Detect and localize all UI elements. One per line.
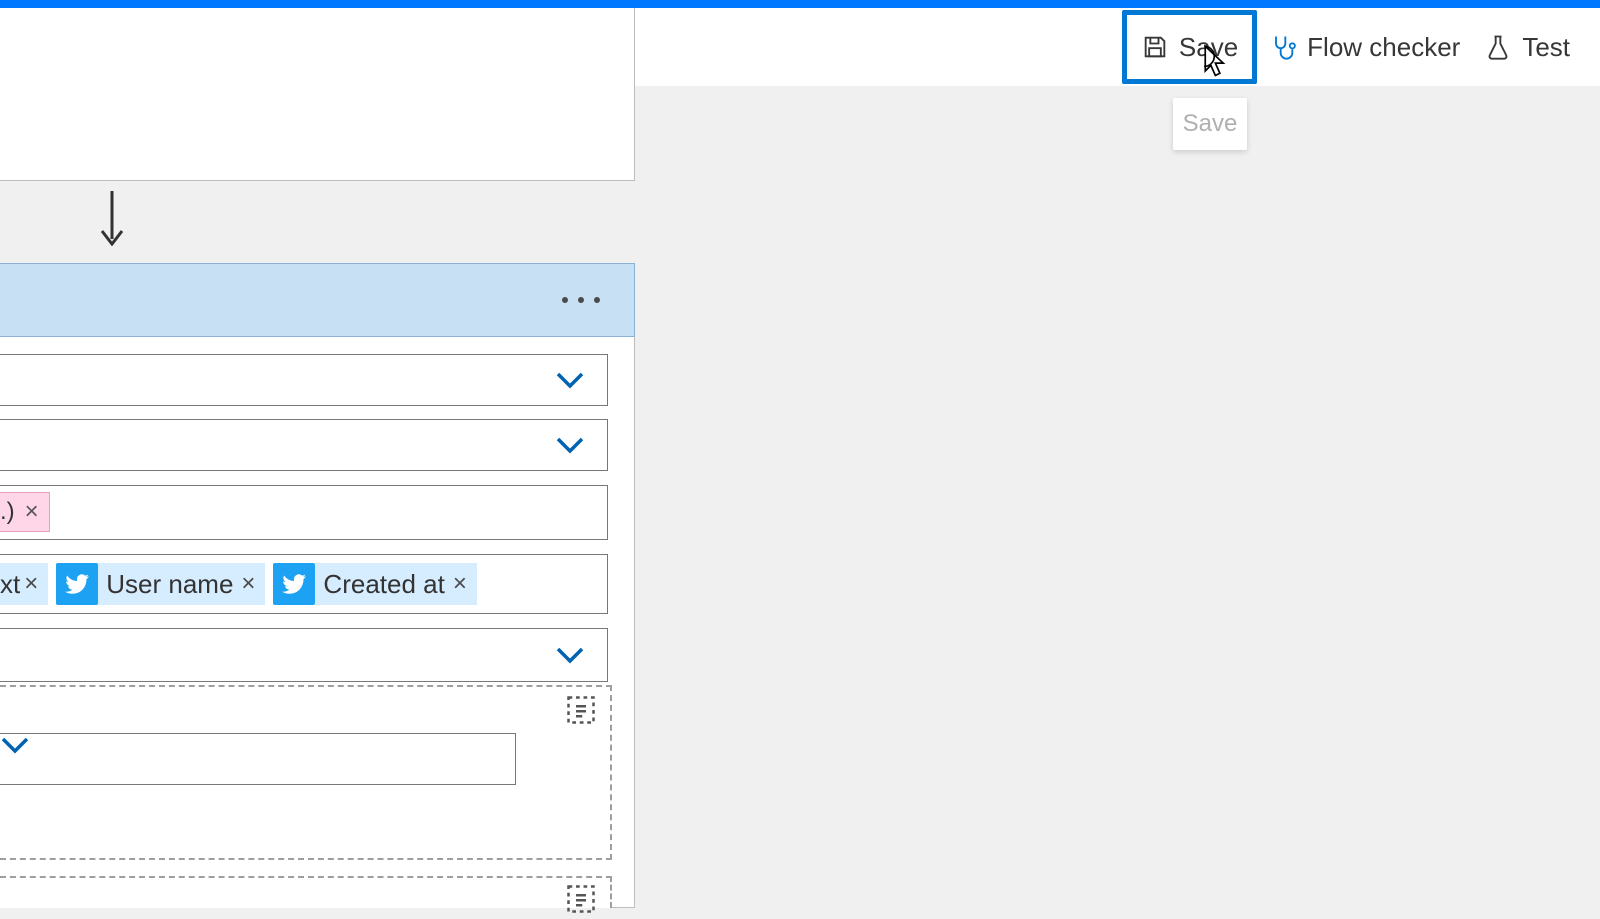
flow-canvas: .) × xt × User name × Created at × <box>0 8 1600 900</box>
dropdown-field-1[interactable] <box>0 354 608 406</box>
dynamic-content-picker-icon[interactable] <box>566 695 596 725</box>
text-field-4[interactable]: xt × User name × Created at × <box>0 554 608 614</box>
app-accent-bar <box>0 0 1600 8</box>
expression-token-partial[interactable]: .) × <box>0 492 50 532</box>
dropdown-field-5[interactable] <box>0 628 608 682</box>
token-label: User name <box>98 563 241 605</box>
token-remove-x[interactable]: × <box>25 498 39 526</box>
repeating-group-2 <box>0 876 612 908</box>
dropdown-field-2[interactable] <box>0 419 608 471</box>
text-field-3[interactable] <box>0 485 608 540</box>
dynamic-token-created-at[interactable]: Created at × <box>273 563 476 605</box>
token-remove-x[interactable]: × <box>24 563 48 605</box>
dynamic-token-tweet-text[interactable]: xt × <box>0 563 48 605</box>
chevron-down-icon <box>555 644 585 666</box>
action-card-header[interactable] <box>0 263 635 337</box>
expression-token-text: .) <box>0 498 15 526</box>
mouse-cursor <box>1194 44 1230 80</box>
twitter-icon <box>56 563 98 605</box>
token-remove-x[interactable]: × <box>241 563 265 605</box>
token-remove-x[interactable]: × <box>453 563 477 605</box>
token-label: xt <box>0 563 24 605</box>
previous-step-card[interactable] <box>0 8 635 181</box>
chevron-down-icon <box>555 369 585 391</box>
token-label: Created at <box>315 563 452 605</box>
dynamic-content-picker-icon[interactable] <box>566 884 596 914</box>
connector-arrow <box>100 191 124 246</box>
action-more-menu[interactable] <box>562 297 600 303</box>
twitter-icon <box>273 563 315 605</box>
repeating-group-1 <box>0 685 612 860</box>
chevron-down-icon <box>0 734 515 761</box>
chevron-down-icon <box>555 434 585 456</box>
dynamic-token-user-name[interactable]: User name × <box>56 563 265 605</box>
inner-dropdown-field[interactable] <box>0 733 516 785</box>
